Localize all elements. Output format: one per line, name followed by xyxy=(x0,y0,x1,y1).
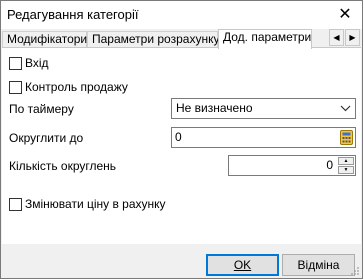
sales-control-checkbox-row[interactable]: Контроль продажу xyxy=(9,80,128,94)
timer-label: По таймеру xyxy=(9,102,74,116)
round-count-value: 0 xyxy=(326,158,333,172)
entry-checkbox-row[interactable]: Вхід xyxy=(9,56,49,70)
round-to-label: Округлити до xyxy=(9,131,84,145)
sales-control-checkbox[interactable] xyxy=(9,80,22,94)
stepper-buttons: ▲ ▼ xyxy=(338,157,354,174)
tab-scroll-left-icon[interactable]: ◀ xyxy=(329,29,344,46)
tab-extra-params[interactable]: Дод. параметри xyxy=(218,29,312,49)
stepper-up-icon[interactable]: ▲ xyxy=(338,157,354,165)
dialog-footer: OK Відміна xyxy=(1,244,362,278)
change-price-checkbox[interactable] xyxy=(9,197,22,211)
entry-checkbox[interactable] xyxy=(9,56,22,70)
close-icon[interactable]: ✕ xyxy=(336,6,354,24)
round-count-label: Кількість округлень xyxy=(9,159,117,173)
tab-label: Дод. параметри xyxy=(223,30,312,44)
title-bar: Редагування категорії ✕ xyxy=(1,1,362,29)
change-price-checkbox-row[interactable]: Змінювати ціну в рахунку xyxy=(9,197,166,211)
tab-calculation-params[interactable]: Параметри розрахунку xyxy=(87,31,220,48)
cancel-button[interactable]: Відміна xyxy=(282,254,355,276)
stepper-down-icon[interactable]: ▼ xyxy=(338,166,354,174)
tab-strip: Модифікатори Параметри розрахунку Дод. п… xyxy=(1,29,362,49)
round-to-value: 0 xyxy=(175,130,182,144)
round-to-input[interactable]: 0 xyxy=(171,127,356,148)
edit-category-dialog: Редагування категорії ✕ Модифікатори Пар… xyxy=(0,0,363,279)
ok-label: OK xyxy=(233,258,252,272)
change-price-label: Змінювати ціну в рахунку xyxy=(25,197,166,211)
entry-label: Вхід xyxy=(25,56,49,70)
window-title: Редагування категорії xyxy=(7,7,139,22)
tab-label: Модифікатори xyxy=(7,32,88,46)
tab-panel-extra-params: Вхід Контроль продажу По таймеру Не визн… xyxy=(2,47,361,244)
timer-select[interactable]: Не визначено xyxy=(171,98,356,119)
tab-scroll-right-icon[interactable]: ▶ xyxy=(345,29,360,46)
tab-modifiers[interactable]: Модифікатори xyxy=(2,31,87,48)
sales-control-label: Контроль продажу xyxy=(25,80,128,94)
ok-button[interactable]: OK xyxy=(206,254,279,276)
tab-label: Параметри розрахунку xyxy=(92,32,220,46)
calculator-icon[interactable] xyxy=(340,130,353,145)
round-count-stepper[interactable]: 0 ▲ ▼ xyxy=(228,155,356,176)
resize-grip-icon[interactable] xyxy=(350,266,360,276)
cancel-label: Відміна xyxy=(297,258,340,272)
chevron-down-icon xyxy=(340,105,351,112)
timer-value: Не визначено xyxy=(176,101,253,115)
